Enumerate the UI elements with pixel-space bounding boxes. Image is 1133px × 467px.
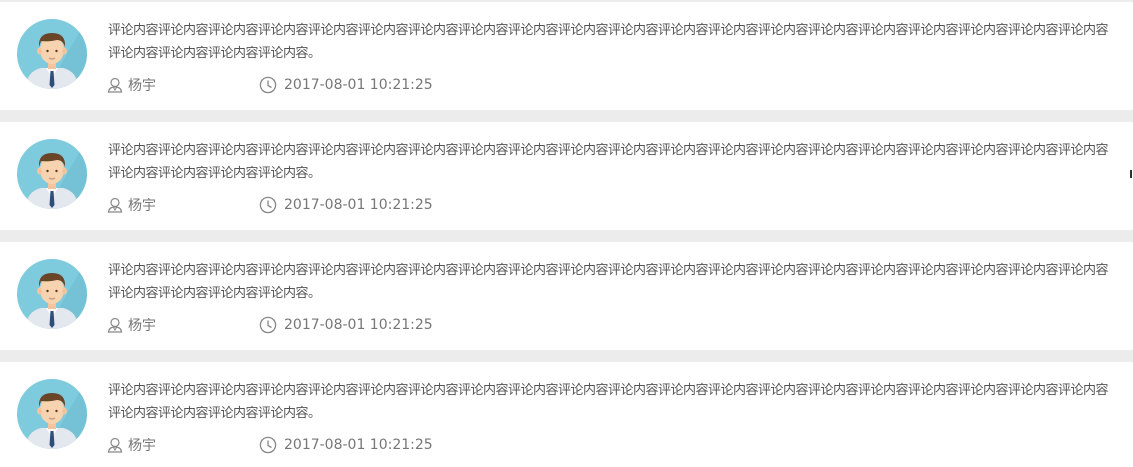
avatar-icon[interactable] [17, 139, 87, 209]
avatar-icon[interactable] [17, 259, 87, 329]
comment-author: 杨宇 [107, 315, 259, 335]
comment-time-text: 2017-08-01 10:21:25 [284, 197, 433, 213]
avatar-icon[interactable] [17, 19, 87, 89]
clock-icon [259, 436, 277, 454]
comment-time: 2017-08-01 10:21:25 [259, 316, 433, 334]
comment-time: 2017-08-01 10:21:25 [259, 436, 433, 454]
user-icon [107, 437, 123, 453]
comment-author-name[interactable]: 杨宇 [128, 195, 156, 215]
avatar-icon[interactable] [17, 379, 87, 449]
comment-list: 评论内容评论内容评论内容评论内容评论内容评论内容评论内容评论内容评论内容评论内容… [0, 0, 1133, 467]
comment-text: 评论内容评论内容评论内容评论内容评论内容评论内容评论内容评论内容评论内容评论内容… [108, 143, 1109, 181]
clock-icon [259, 76, 277, 94]
comment-item: 评论内容评论内容评论内容评论内容评论内容评论内容评论内容评论内容评论内容评论内容… [0, 362, 1133, 467]
comment-item: 评论内容评论内容评论内容评论内容评论内容评论内容评论内容评论内容评论内容评论内容… [0, 122, 1133, 230]
user-icon [107, 317, 123, 333]
comment-time-text: 2017-08-01 10:21:25 [284, 317, 433, 333]
comment-author: 杨宇 [107, 195, 259, 215]
comment-meta: 杨宇 2017-08-01 10:21:25 [107, 435, 433, 455]
comment-meta: 杨宇 2017-08-01 10:21:25 [107, 75, 433, 95]
comment-author-name[interactable]: 杨宇 [128, 435, 156, 455]
comment-text: 评论内容评论内容评论内容评论内容评论内容评论内容评论内容评论内容评论内容评论内容… [108, 263, 1109, 301]
comment-item: 评论内容评论内容评论内容评论内容评论内容评论内容评论内容评论内容评论内容评论内容… [0, 242, 1133, 350]
comment-text: 评论内容评论内容评论内容评论内容评论内容评论内容评论内容评论内容评论内容评论内容… [108, 383, 1109, 421]
comment-author: 杨宇 [107, 75, 259, 95]
comment-time: 2017-08-01 10:21:25 [259, 196, 433, 214]
comment-author-name[interactable]: 杨宇 [128, 315, 156, 335]
comment-meta: 杨宇 2017-08-01 10:21:25 [107, 195, 433, 215]
comment-author-name[interactable]: 杨宇 [128, 75, 156, 95]
user-icon [107, 197, 123, 213]
comment-text: 评论内容评论内容评论内容评论内容评论内容评论内容评论内容评论内容评论内容评论内容… [108, 23, 1109, 61]
comment-time-text: 2017-08-01 10:21:25 [284, 437, 433, 453]
comment-meta: 杨宇 2017-08-01 10:21:25 [107, 315, 433, 335]
comment-time: 2017-08-01 10:21:25 [259, 76, 433, 94]
clock-icon [259, 316, 277, 334]
text-cursor [1130, 170, 1132, 178]
comment-time-text: 2017-08-01 10:21:25 [284, 77, 433, 93]
comment-author: 杨宇 [107, 435, 259, 455]
clock-icon [259, 196, 277, 214]
user-icon [107, 77, 123, 93]
comment-item: 评论内容评论内容评论内容评论内容评论内容评论内容评论内容评论内容评论内容评论内容… [0, 2, 1133, 110]
